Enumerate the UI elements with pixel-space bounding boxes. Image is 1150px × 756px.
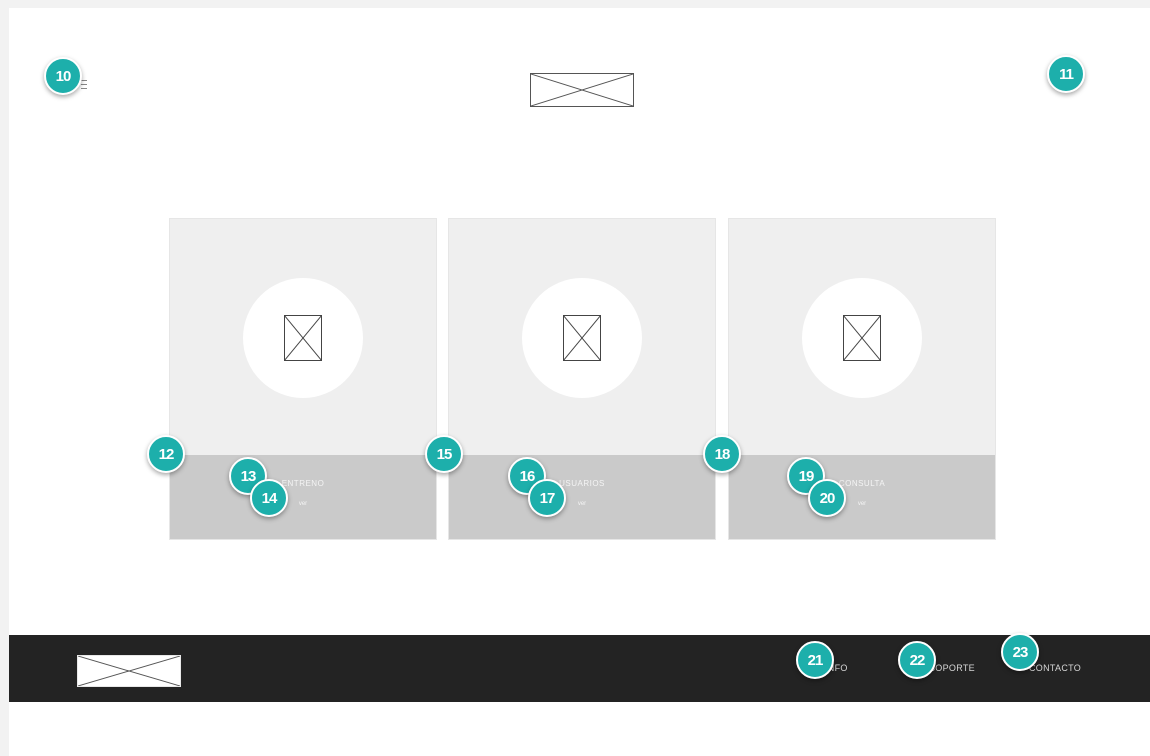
card-label-band: ENTRENO ver <box>170 455 436 539</box>
footer-logo[interactable] <box>77 655 181 687</box>
card-icon-circle <box>522 278 642 398</box>
annotation-badge: 18 <box>703 435 741 473</box>
image-placeholder-icon <box>284 315 322 361</box>
card-title: CONSULTA <box>838 479 886 488</box>
image-placeholder-icon <box>78 656 180 686</box>
footer-nav-soporte[interactable]: SOPORTE <box>929 663 975 673</box>
card-title: ENTRENO <box>281 479 325 488</box>
card-usuarios[interactable]: USUARIOS ver <box>448 218 716 540</box>
annotation-badge: 17 <box>528 479 566 517</box>
image-placeholder-icon <box>843 315 881 361</box>
annotation-badge: 14 <box>250 479 288 517</box>
card-icon-circle <box>243 278 363 398</box>
annotation-badge: 21 <box>796 641 834 679</box>
footer-nav-contacto[interactable]: CONTACTO <box>1029 663 1081 673</box>
annotation-badge: 22 <box>898 641 936 679</box>
annotation-badge: 10 <box>44 57 82 95</box>
card-entreno[interactable]: ENTRENO ver <box>169 218 437 540</box>
annotation-badge: 20 <box>808 479 846 517</box>
card-subtitle[interactable]: ver <box>449 501 715 507</box>
card-icon-circle <box>802 278 922 398</box>
annotation-badge: 11 <box>1047 55 1085 93</box>
annotation-badge: 12 <box>147 435 185 473</box>
image-placeholder-icon <box>531 74 633 106</box>
image-placeholder-icon <box>563 315 601 361</box>
card-consulta[interactable]: CONSULTA ver <box>728 218 996 540</box>
card-label-band: USUARIOS ver <box>449 455 715 539</box>
annotation-badge: 23 <box>1001 633 1039 671</box>
card-label-band: CONSULTA ver <box>729 455 995 539</box>
footer: INFO SOPORTE CONTACTO <box>9 635 1150 702</box>
annotation-badge: 15 <box>425 435 463 473</box>
card-subtitle[interactable]: ver <box>729 501 995 507</box>
card-subtitle[interactable]: ver <box>170 501 436 507</box>
card-title: USUARIOS <box>559 479 605 488</box>
header-logo[interactable] <box>530 73 634 107</box>
